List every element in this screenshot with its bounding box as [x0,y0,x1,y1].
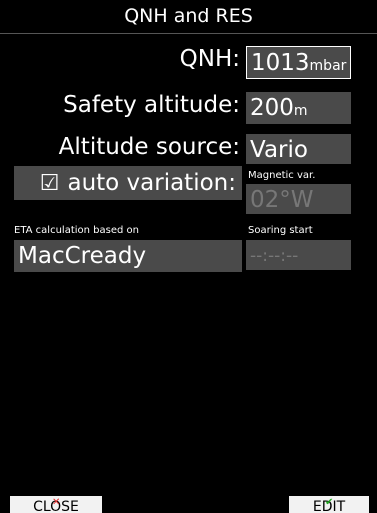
qnh-field[interactable]: 1013mbar [246,46,351,79]
safety-altitude-unit: m [293,103,308,119]
auto-variation-checkbox[interactable]: ☑ auto variation: [14,166,242,200]
altitude-source-value: Vario [250,137,308,163]
close-button[interactable]: ✕ CLOSE [10,496,102,513]
qnh-value: 1013 [251,50,310,76]
qnh-unit: mbar [309,58,347,74]
check-icon: ✔ [325,497,334,508]
magnetic-var-small-label: Magnetic var. [248,170,316,181]
safety-altitude-value: 200 [250,95,294,121]
auto-variation-label: auto variation: [67,170,236,196]
checkbox-checked-icon: ☑ [39,171,60,196]
safety-altitude-label: Safety altitude: [63,92,240,118]
altitude-source-label: Altitude source: [58,134,240,160]
magnetic-var-field: 02°W [246,184,351,214]
soaring-start-small-label: Soaring start [248,225,313,236]
soaring-start-field: --:--:-- [246,240,351,270]
edit-button[interactable]: ✔ EDIT [289,496,369,513]
eta-calculation-value: MacCready [18,243,147,269]
altitude-source-field[interactable]: Vario [246,134,351,164]
soaring-start-value: --:--:-- [250,246,299,266]
qnh-label: QNH: [179,46,240,72]
eta-small-label: ETA calculation based on [14,225,139,236]
safety-altitude-field[interactable]: 200m [246,92,351,124]
close-icon: ✕ [52,497,61,508]
window-title: QNH and RES [0,0,377,34]
magnetic-var-value: 02°W [250,187,314,213]
eta-calculation-field[interactable]: MacCready [14,240,242,272]
